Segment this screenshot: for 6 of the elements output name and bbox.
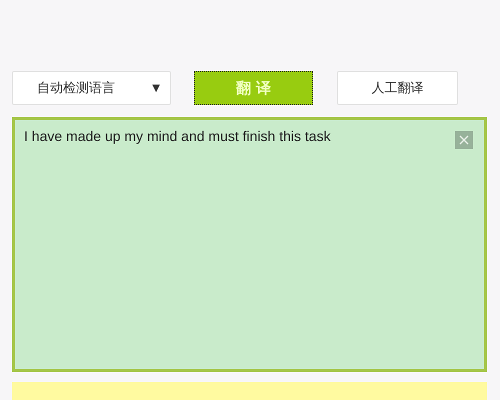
- close-icon[interactable]: [455, 131, 473, 149]
- source-text: I have made up my mind and must finish this task: [24, 128, 332, 144]
- source-text-area[interactable]: I have made up my mind and must finish this task: [12, 117, 487, 372]
- human-translate-button[interactable]: 人工翻译: [337, 71, 458, 105]
- caret-icon: ▼: [152, 82, 160, 94]
- language-dropdown[interactable]: 自动检测语言 ▼: [12, 71, 171, 105]
